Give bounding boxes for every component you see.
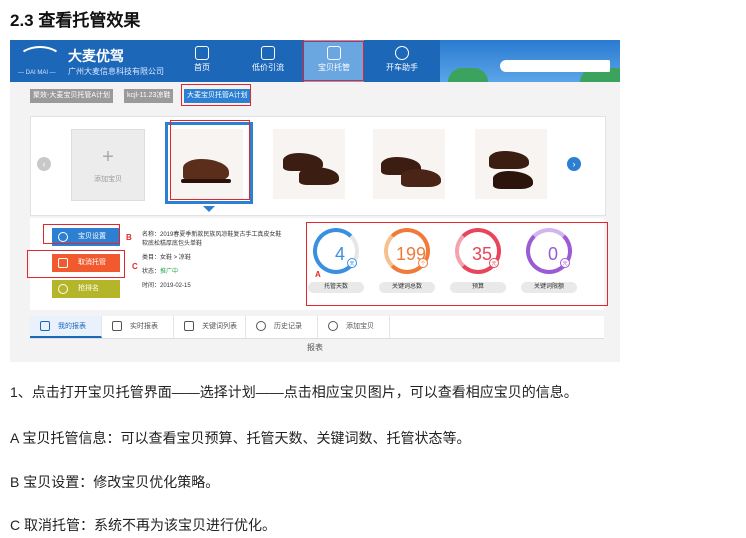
report-title: 报表 (307, 343, 323, 352)
nav-label: 开车助手 (386, 63, 418, 72)
shoe-image (401, 169, 441, 187)
instruction-paragraph: A 宝贝托管信息：可以查看宝贝预算、托管天数、关键词数、托管状态等。 (10, 430, 471, 446)
pointer-caret-icon (203, 206, 215, 212)
item-time: 时间：2019-02-15 (142, 283, 191, 289)
stat-keyword-limit: 0 元 (526, 228, 572, 274)
home-icon (195, 46, 209, 60)
clock-icon (256, 321, 266, 331)
section-heading: 2.3 查看托管效果 (10, 11, 141, 30)
instruction-paragraph: 1、点击打开宝贝托管界面——选择计划——点击相应宝贝图片，可以查看相应宝贝的信息… (10, 384, 578, 400)
stat-label: 关键词限额 (521, 282, 577, 293)
tab-history[interactable]: 历史记录 (246, 316, 318, 338)
steering-wheel-icon (395, 46, 409, 60)
tab-label: 历史记录 (274, 323, 302, 330)
marker-a: A (315, 270, 321, 279)
tab-add-product[interactable]: 添加宝贝 (318, 316, 390, 338)
stat-label: 预算 (450, 282, 506, 293)
highlight-box-thumbnail (170, 120, 250, 200)
item-status: 状态：推广中 (142, 266, 178, 275)
product-thumbnail[interactable] (475, 129, 547, 199)
stat-label: 关键词总数 (379, 282, 435, 293)
tab-label: 我的报表 (58, 323, 86, 330)
grab-ranking-button[interactable]: 抢排名 (52, 280, 120, 298)
tab-realtime-report[interactable]: 实时报表 (102, 316, 174, 338)
stat-label: 托管天数 (308, 282, 364, 293)
next-arrow-icon[interactable]: › (567, 157, 581, 171)
prev-arrow-icon[interactable]: ‹ (37, 157, 51, 171)
tab-label: 关键词列表 (202, 323, 237, 330)
stat-unit-badge: 个 (418, 258, 428, 268)
item-category: 类目：女鞋 > 凉鞋 (142, 255, 191, 261)
instruction-paragraph: C 取消托管：系统不再为该宝贝进行优化。 (10, 517, 276, 533)
highlight-box-c (27, 250, 125, 278)
nav-driving-assistant[interactable]: 开车助手 (372, 40, 432, 82)
stat-unit-badge: 元 (560, 258, 570, 268)
stat-hosting-days: 4 天 (313, 228, 359, 274)
nav-home[interactable]: 首页 (172, 40, 232, 82)
tab-my-report[interactable]: 我的报表 (30, 316, 102, 338)
plan-tab[interactable]: 聚效-大麦宝贝托管A计划 (30, 89, 113, 103)
bar-chart-icon (112, 321, 122, 331)
nav-label: 首页 (194, 63, 210, 72)
plus-circle-icon (328, 321, 338, 331)
highlight-box-plan (181, 84, 251, 106)
company-name: 广州大麦信息科技有限公司 (68, 67, 164, 76)
marker-b: B (126, 233, 132, 242)
chart-icon (40, 321, 50, 331)
logo: — DAI MAI — (18, 46, 70, 76)
plus-icon: + (102, 146, 114, 168)
stat-unit-badge: 元 (489, 258, 499, 268)
nav-low-price[interactable]: 低价引流 (238, 40, 298, 82)
stat-keyword-total: 199 个 (384, 228, 430, 274)
shoe-image (489, 151, 529, 169)
header-illustration (440, 40, 620, 82)
app-screenshot: — DAI MAI — 大麦优驾 广州大麦信息科技有限公司 首页 低价引流 宝贝… (10, 40, 620, 362)
tab-label: 实时报表 (130, 323, 158, 330)
stat-unit-badge: 天 (347, 258, 357, 268)
stat-budget: 35 元 (455, 228, 501, 274)
logo-subtext: — DAI MAI — (18, 70, 56, 76)
add-product-label: 添加宝贝 (94, 176, 122, 183)
logo-icon (18, 46, 62, 72)
product-thumbnail[interactable] (373, 129, 445, 199)
product-thumbnail[interactable] (273, 129, 345, 199)
tab-keyword-list[interactable]: 关键词列表 (174, 316, 246, 338)
highlight-box-nav (302, 41, 364, 81)
shoe-image (299, 167, 339, 185)
plan-tabs: 聚效-大麦宝贝托管A计划 kcjl-11.23凉鞋 大麦宝贝托管A计划 (10, 82, 620, 110)
marker-c: C (132, 262, 138, 271)
item-name-line-2: 软底松糕厚底包头单鞋 (142, 241, 203, 247)
plan-tab[interactable]: kcjl-11.23凉鞋 (124, 89, 174, 103)
tab-label: 添加宝贝 (346, 323, 374, 330)
table-icon (184, 321, 194, 331)
target-icon (58, 284, 68, 294)
brand-name: 大麦优驾 (68, 48, 124, 64)
report-tabs: 我的报表 实时报表 关键词列表 历史记录 添加宝贝 (30, 316, 604, 339)
add-product-button[interactable]: + 添加宝贝 (71, 129, 145, 201)
train-illustration (500, 60, 610, 72)
status-value: 推广中 (160, 269, 179, 275)
product-gallery: ‹ + 添加宝贝 › (30, 116, 606, 216)
shoe-image (493, 171, 533, 189)
highlight-box-b (43, 224, 120, 244)
instruction-paragraph: B 宝贝设置：修改宝贝优化策略。 (10, 474, 220, 490)
expand-icon (261, 46, 275, 60)
nav-label: 低价引流 (252, 63, 284, 72)
status-label: 状态： (142, 269, 161, 275)
button-label: 抢排名 (78, 285, 99, 292)
hill-shape (448, 68, 488, 82)
item-name-line-1: 名称：2019春夏季新款民族风凉鞋复古手工真皮女鞋 (142, 232, 282, 238)
